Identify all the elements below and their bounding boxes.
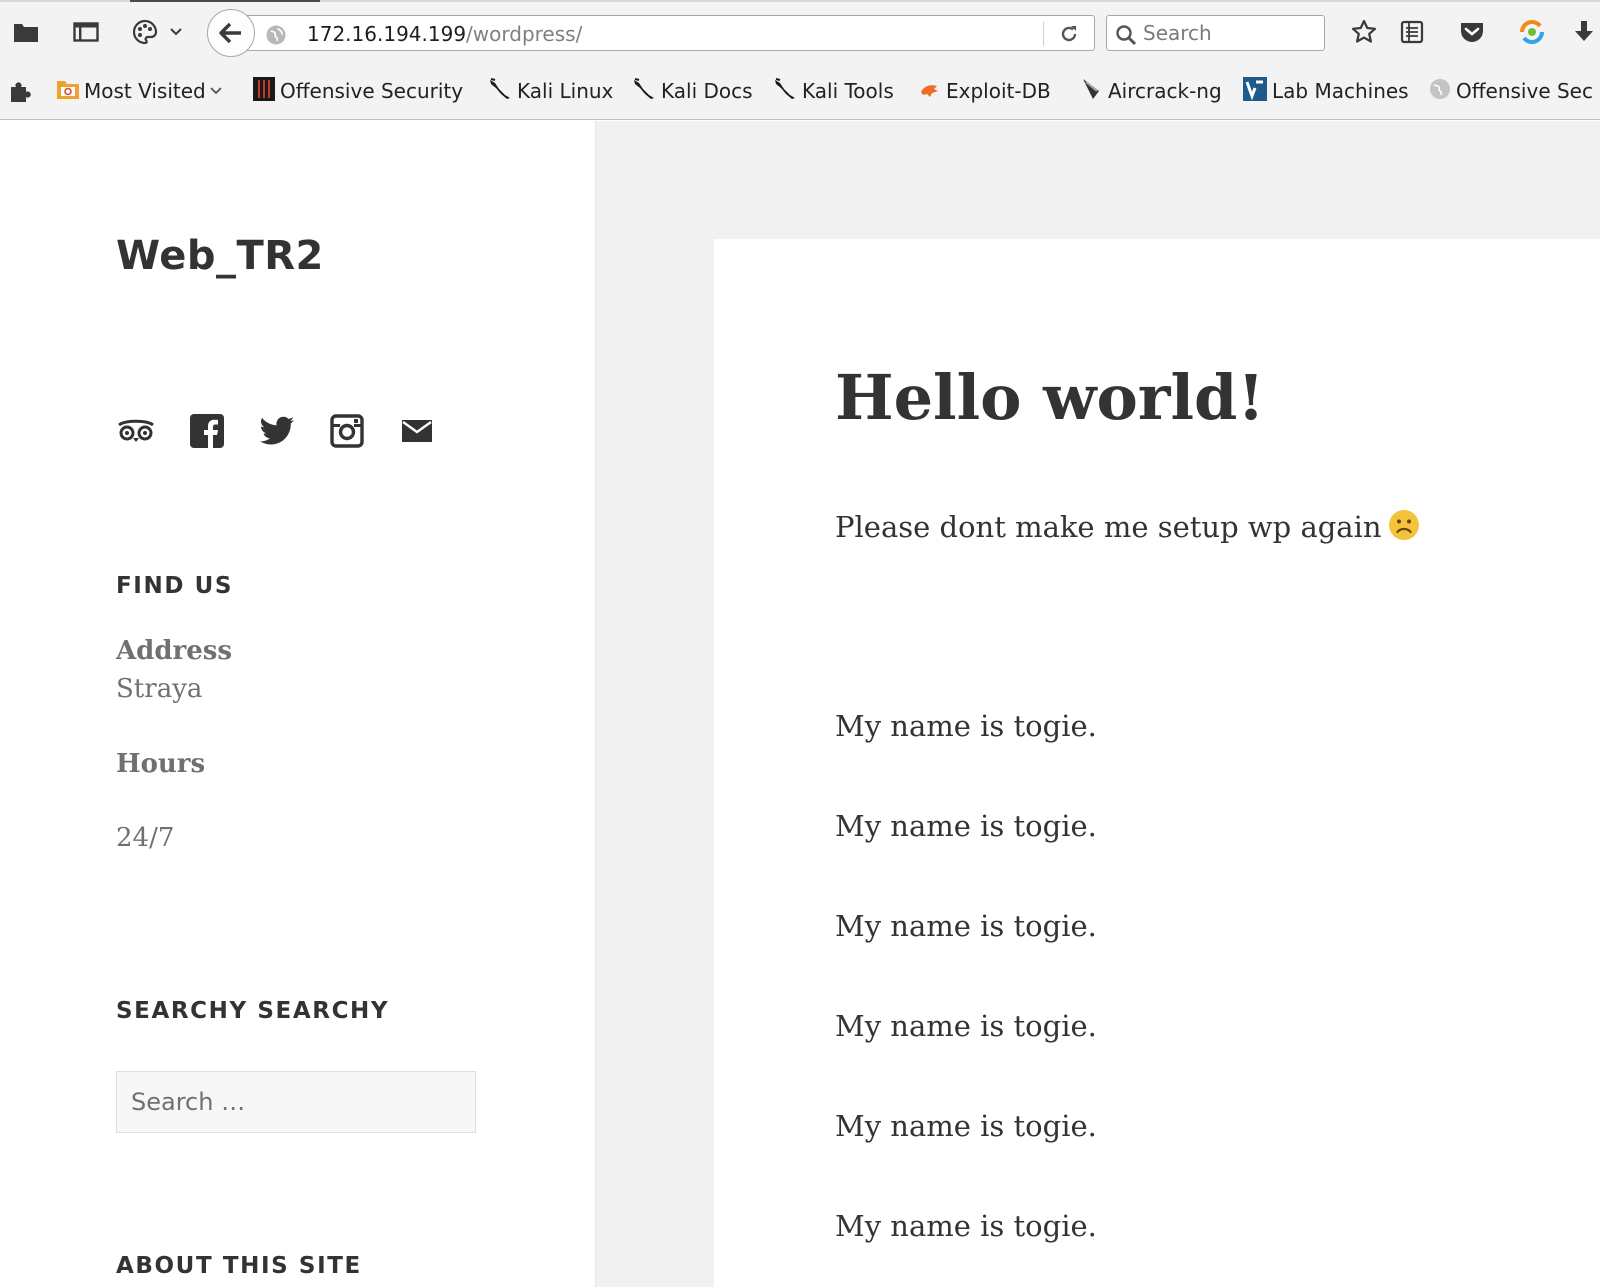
site-title[interactable]: Web_TR2	[116, 233, 324, 279]
url-path: /wordpress/	[466, 22, 583, 46]
post-paragraph: My name is togie.	[835, 809, 1097, 843]
post-paragraph: My name is togie.	[835, 909, 1097, 943]
globe-icon	[1428, 77, 1452, 106]
url-host: 172.16.194.199	[307, 22, 467, 46]
post-paragraph: My name is togie.	[835, 1009, 1097, 1043]
chevron-down-icon[interactable]	[166, 16, 186, 48]
instagram-icon[interactable]	[327, 411, 367, 451]
hours-label: Hours	[116, 749, 206, 779]
post-paragraph: My name is togie.	[835, 709, 1097, 743]
url-separator	[1043, 22, 1044, 46]
chevron-down-icon	[210, 87, 222, 95]
address-label: Address	[116, 636, 233, 666]
extension-colorful-icon[interactable]	[1516, 16, 1548, 48]
post-title[interactable]: Hello world!	[835, 361, 1265, 434]
vulnhub-icon	[1242, 76, 1268, 107]
url-bar[interactable]: 172.16.194.199/wordpress/	[240, 15, 1095, 51]
sidebar-toggle-icon[interactable]	[70, 16, 102, 48]
kali-dragon-icon	[772, 76, 798, 107]
sidebar-search-input[interactable]	[116, 1071, 476, 1133]
mail-icon[interactable]	[397, 411, 437, 451]
bookmark-label: Kali Linux	[517, 79, 614, 103]
tripadvisor-icon[interactable]	[116, 411, 156, 451]
tab-strip	[0, 0, 1600, 2]
browser-search-box[interactable]	[1106, 15, 1325, 51]
about-site-title: ABOUT THIS SITE	[116, 1253, 362, 1279]
bookmark-most-visited[interactable]: Most Visited	[56, 76, 224, 106]
post-paragraph: My name is togie.	[835, 1209, 1097, 1243]
post-paragraph: My name is togie.	[835, 1109, 1097, 1143]
bookmark-exploit-db[interactable]: Exploit-DB	[918, 76, 1051, 106]
folder-icon	[56, 77, 80, 106]
aircrack-icon	[1080, 76, 1104, 107]
reload-icon[interactable]	[1058, 23, 1080, 49]
bookmark-label: Offensive Sec	[1456, 79, 1593, 103]
bookmark-label: Kali Tools	[802, 79, 894, 103]
hours-value: 24/7	[116, 823, 175, 853]
bookmark-star-icon[interactable]	[1348, 16, 1380, 48]
bookmark-aircrack-ng[interactable]: Aircrack-ng	[1080, 76, 1222, 106]
bookmark-label: Exploit-DB	[946, 79, 1051, 103]
twitter-icon[interactable]	[257, 411, 297, 451]
arrow-left-icon	[219, 22, 241, 44]
browser-search-input[interactable]	[1143, 19, 1313, 47]
bookmark-label: Kali Docs	[661, 79, 753, 103]
bookmark-offensive-security[interactable]: Offensive Security	[252, 76, 463, 106]
frown-emoji-icon	[1388, 509, 1420, 548]
url-text: 172.16.194.199/wordpress/	[307, 22, 582, 46]
browser-chrome: 172.16.194.199/wordpress/ Search Most Vi…	[0, 0, 1600, 120]
kali-dragon-icon	[487, 76, 513, 107]
find-us-title: FIND US	[116, 573, 234, 599]
kali-dragon-icon	[631, 76, 657, 107]
post-article: Hello world! Please dont make me setup w…	[714, 239, 1600, 1287]
post-intro-text: Please dont make me setup wp again	[835, 510, 1382, 544]
bookmark-lab-machines[interactable]: Lab Machines	[1242, 76, 1409, 106]
bookmark-label: Lab Machines	[1272, 79, 1409, 103]
address-value: Straya	[116, 674, 203, 704]
exploitdb-icon	[918, 77, 942, 106]
bookmarks-toolbar: Most Visited Offensive Security Kali Lin…	[0, 70, 1600, 114]
bookmark-kali-tools[interactable]: Kali Tools	[772, 76, 894, 106]
folder-icon[interactable]	[10, 16, 42, 48]
pocket-icon[interactable]	[1456, 16, 1488, 48]
facebook-icon[interactable]	[187, 411, 227, 451]
search-icon	[1115, 24, 1137, 50]
search-widget-title: SEARCHY SEARCHY	[116, 998, 390, 1024]
offsec-icon	[252, 76, 276, 107]
bookmark-label: Most Visited	[84, 79, 206, 103]
globe-icon	[265, 24, 287, 50]
puzzle-icon[interactable]	[8, 76, 34, 106]
bookmark-label: Aircrack-ng	[1108, 79, 1222, 103]
reading-list-icon[interactable]	[1396, 16, 1428, 48]
bookmark-kali-linux[interactable]: Kali Linux	[487, 76, 613, 106]
navigation-toolbar: 172.16.194.199/wordpress/	[0, 6, 1600, 62]
web-page: Web_TR2 FIND US Address Straya Hours 24/…	[0, 121, 1600, 1287]
post-intro: Please dont make me setup wp again	[835, 509, 1420, 548]
sidebar: Web_TR2 FIND US Address Straya Hours 24/…	[0, 121, 596, 1287]
bookmark-kali-docs[interactable]: Kali Docs	[631, 76, 753, 106]
downloads-icon[interactable]	[1572, 16, 1596, 48]
palette-icon[interactable]	[129, 16, 161, 48]
active-tab-indicator[interactable]	[130, 0, 320, 2]
bookmark-label: Offensive Security	[280, 79, 464, 103]
back-button[interactable]	[207, 9, 255, 57]
bookmark-offensive-sec[interactable]: Offensive Sec	[1428, 76, 1593, 106]
